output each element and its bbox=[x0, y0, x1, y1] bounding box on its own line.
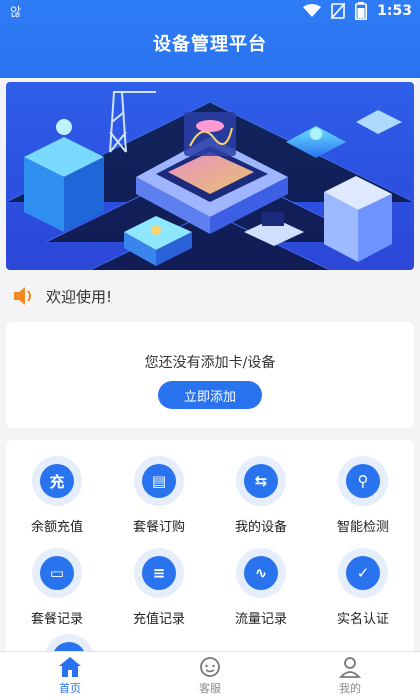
battery-icon bbox=[355, 2, 368, 20]
bottom-nav: 首页 客服 我的 bbox=[0, 651, 420, 700]
menu-item-balance-recharge[interactable]: 充 余额充值 bbox=[6, 456, 108, 536]
empty-message: 您还没有添加卡/设备 bbox=[144, 355, 276, 371]
empty-device-card: 您还没有添加卡/设备 立即添加 bbox=[6, 322, 414, 428]
search-icon: ⚲ bbox=[346, 464, 380, 498]
speaker-icon bbox=[14, 287, 31, 305]
list-icon: ≡ bbox=[142, 556, 176, 590]
tab-customer-service[interactable]: 客服 bbox=[160, 656, 260, 696]
menu-label: 实名认证 bbox=[336, 612, 389, 627]
notice-text: 欢迎使用! bbox=[46, 287, 113, 306]
menu-label: 智能检测 bbox=[336, 520, 389, 535]
menu-label: 余额充值 bbox=[30, 520, 83, 535]
pulse-icon-wrap: ∿ bbox=[236, 548, 286, 598]
verify-user-icon: ✓ bbox=[346, 556, 380, 590]
clock-time: 1:53 bbox=[377, 3, 412, 19]
package-order-icon: ▤ bbox=[142, 464, 176, 498]
menu-label: 充值记录 bbox=[132, 612, 185, 627]
status-bar: 않 1:53 bbox=[0, 0, 420, 22]
menu-label: 流量记录 bbox=[234, 612, 287, 627]
user-icon bbox=[338, 657, 362, 678]
app-header: 않 1:53 设备管理平台 bbox=[0, 0, 420, 78]
tab-home[interactable]: 首页 bbox=[20, 656, 120, 696]
package-record-icon: ▭ bbox=[40, 556, 74, 590]
page-title: 设备管理平台 bbox=[153, 34, 267, 55]
menu-label: 我的设备 bbox=[234, 520, 287, 535]
notice-bar: 欢迎使用! bbox=[12, 284, 112, 308]
banner-carousel[interactable] bbox=[6, 82, 414, 270]
tab-home-label: 首页 bbox=[59, 682, 81, 695]
home-icon bbox=[59, 657, 81, 677]
recharge-icon-wrap: 充 bbox=[32, 456, 82, 506]
menu-item-recharge-records[interactable]: ≡ 充值记录 bbox=[108, 548, 210, 628]
pulse-icon: ∿ bbox=[244, 556, 278, 590]
add-now-button[interactable]: 立即添加 bbox=[158, 381, 262, 409]
menu-label: 套餐订购 bbox=[132, 520, 185, 535]
menu-item-package-records[interactable]: ▭ 套餐记录 bbox=[6, 548, 108, 628]
wifi-icon bbox=[303, 4, 322, 17]
carrier-icon: 않 bbox=[10, 5, 22, 19]
menu-item-smart-detect[interactable]: ⚲ 智能检测 bbox=[312, 456, 414, 536]
menu-item-traffic-records[interactable]: ∿ 流量记录 bbox=[210, 548, 312, 628]
tab-service-label: 客服 bbox=[199, 682, 221, 695]
menu-item-package-order[interactable]: ▤ 套餐订购 bbox=[108, 456, 210, 536]
search-icon-wrap: ⚲ bbox=[338, 456, 388, 506]
feature-grid: 充 余额充值 ▤ 套餐订购 ⇆ 我的设备 ⚲ 智能检测 ▭ 套餐记录 ≡ 充值记… bbox=[6, 440, 414, 660]
recharge-icon: 充 bbox=[40, 464, 74, 498]
banner-illustration bbox=[6, 91, 414, 270]
chat-bubble-icon bbox=[200, 657, 220, 677]
list-icon-wrap: ≡ bbox=[134, 548, 184, 598]
verify-user-icon-wrap: ✓ bbox=[338, 548, 388, 598]
package-record-icon-wrap: ▭ bbox=[32, 548, 82, 598]
menu-item-real-name-verify[interactable]: ✓ 实名认证 bbox=[312, 548, 414, 628]
swap-device-icon-wrap: ⇆ bbox=[236, 456, 286, 506]
package-order-icon-wrap: ▤ bbox=[134, 456, 184, 506]
menu-item-my-devices[interactable]: ⇆ 我的设备 bbox=[210, 456, 312, 536]
swap-device-icon: ⇆ bbox=[244, 464, 278, 498]
menu-label: 套餐记录 bbox=[30, 612, 83, 627]
tab-mine-label: 我的 bbox=[339, 682, 361, 695]
no-sim-icon bbox=[331, 3, 346, 19]
tab-mine[interactable]: 我的 bbox=[300, 656, 400, 696]
